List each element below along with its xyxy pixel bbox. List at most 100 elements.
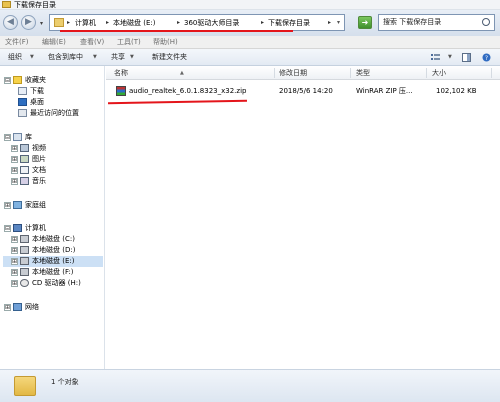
sidebar-item-desktop[interactable]: 桌面 bbox=[18, 97, 44, 108]
menu-tools[interactable]: 工具(T) bbox=[117, 36, 141, 49]
sidebar-item-recent-places[interactable]: 最近访问的位置 bbox=[18, 108, 79, 119]
pictures-icon bbox=[20, 155, 29, 163]
breadcrumb-computer[interactable]: 计算机 bbox=[75, 16, 96, 30]
sidebar-libraries[interactable]: ⊟ 库 bbox=[4, 132, 32, 143]
videos-icon bbox=[20, 144, 29, 152]
sidebar-computer[interactable]: ⊟ 计算机 bbox=[4, 223, 46, 234]
expand-toggle-icon[interactable]: ⊞ bbox=[11, 279, 18, 287]
folder-icon bbox=[54, 18, 64, 27]
file-name[interactable]: audio_realtek_6.0.1.8323_x32.zip bbox=[129, 82, 246, 100]
file-date: 2018/5/6 14:20 bbox=[279, 87, 333, 95]
sidebar-item-documents[interactable]: ⊞ 文档 bbox=[11, 165, 46, 176]
navigation-bar: ◀ ▶ ▾ ▸ 计算机 ▸ 本地磁盘 (E:) ▸ 360驱动大师目录 ▸ 下载… bbox=[0, 10, 500, 36]
dropdown-arrow-icon[interactable]: ▼ bbox=[30, 49, 34, 66]
documents-icon bbox=[20, 166, 29, 174]
breadcrumb-download-folder[interactable]: 下载保存目录 bbox=[268, 16, 310, 30]
new-folder-button[interactable]: 新建文件夹 bbox=[152, 49, 187, 66]
back-button[interactable]: ◀ bbox=[3, 15, 18, 30]
sort-ascending-icon: ▲ bbox=[180, 70, 184, 76]
address-bar[interactable]: ▸ 计算机 ▸ 本地磁盘 (E:) ▸ 360驱动大师目录 ▸ 下载保存目录 ▸… bbox=[49, 14, 345, 31]
breadcrumb-separator[interactable]: ▸ bbox=[261, 16, 264, 30]
breadcrumb-separator[interactable]: ▸ bbox=[67, 16, 70, 30]
expand-toggle-icon[interactable]: ⊞ bbox=[11, 166, 18, 174]
red-underline-annotation bbox=[60, 30, 293, 32]
expand-toggle-icon[interactable]: ⊞ bbox=[11, 235, 18, 243]
forward-button[interactable]: ▶ bbox=[21, 15, 36, 30]
collapse-toggle-icon[interactable]: ⊟ bbox=[4, 224, 11, 232]
window-title: 下载保存目录 bbox=[14, 1, 56, 9]
sidebar-network[interactable]: ⊞ 网络 bbox=[4, 302, 39, 313]
expand-toggle-icon[interactable]: ⊞ bbox=[11, 155, 18, 163]
column-header-date[interactable]: 修改日期 bbox=[279, 66, 307, 80]
column-divider[interactable] bbox=[274, 68, 275, 78]
expand-toggle-icon[interactable]: ⊞ bbox=[11, 268, 18, 276]
organize-button[interactable]: 组织 bbox=[8, 49, 22, 66]
recent-pages-dropdown[interactable]: ▾ bbox=[40, 20, 43, 27]
breadcrumb-separator[interactable]: ▸ bbox=[328, 16, 331, 30]
sidebar-item-drive-c[interactable]: ⊞ 本地磁盘 (C:) bbox=[11, 234, 75, 245]
sidebar-item-videos[interactable]: ⊞ 视频 bbox=[11, 143, 46, 154]
address-dropdown[interactable]: ▾ bbox=[337, 16, 340, 30]
sidebar-item-drive-e[interactable]: ⊞ 本地磁盘 (E:) bbox=[3, 256, 103, 267]
expand-toggle-icon[interactable]: ⊞ bbox=[11, 177, 18, 185]
dropdown-arrow-icon[interactable]: ▼ bbox=[130, 49, 134, 66]
collapse-toggle-icon[interactable]: ⊟ bbox=[4, 133, 11, 141]
column-header-type[interactable]: 类型 bbox=[356, 66, 370, 80]
view-options-icon[interactable] bbox=[431, 53, 440, 62]
column-divider[interactable] bbox=[491, 68, 492, 78]
file-size: 102,102 KB bbox=[436, 87, 477, 95]
collapse-toggle-icon[interactable]: ⊟ bbox=[4, 76, 11, 84]
help-icon[interactable]: ? bbox=[482, 53, 491, 62]
menu-view[interactable]: 查看(V) bbox=[80, 36, 104, 49]
column-header-name[interactable]: 名称 bbox=[114, 66, 128, 80]
search-icon[interactable] bbox=[482, 18, 490, 26]
breadcrumb-separator[interactable]: ▸ bbox=[177, 16, 180, 30]
title-bar: 下载保存目录 bbox=[0, 0, 500, 10]
share-button[interactable]: 共享 bbox=[111, 49, 125, 66]
sidebar-homegroup[interactable]: ⊞ 家庭组 bbox=[4, 200, 46, 211]
breadcrumb-driver-master[interactable]: 360驱动大师目录 bbox=[184, 16, 239, 30]
music-icon bbox=[20, 177, 29, 185]
sidebar-item-label: 本地磁盘 (C:) bbox=[32, 235, 75, 243]
expand-toggle-icon[interactable]: ⊞ bbox=[11, 257, 18, 265]
computer-icon bbox=[13, 224, 22, 232]
sidebar-network-label: 网络 bbox=[25, 303, 39, 311]
red-underline-annotation bbox=[107, 99, 248, 105]
sidebar-item-cd-drive[interactable]: ⊞ CD 驱动器 (H:) bbox=[11, 278, 81, 289]
dropdown-arrow-icon[interactable]: ▼ bbox=[93, 49, 97, 66]
include-in-library-button[interactable]: 包含到库中 bbox=[48, 49, 83, 66]
recent-places-icon bbox=[18, 109, 27, 117]
search-placeholder: 搜索 下载保存目录 bbox=[383, 18, 442, 26]
menu-file[interactable]: 文件(F) bbox=[5, 36, 29, 49]
dropdown-arrow-icon[interactable]: ▼ bbox=[448, 49, 452, 66]
sidebar-item-drive-d[interactable]: ⊞ 本地磁盘 (D:) bbox=[11, 245, 75, 256]
expand-toggle-icon[interactable]: ⊞ bbox=[11, 144, 18, 152]
desktop-icon bbox=[18, 98, 27, 106]
go-button[interactable]: ➜ bbox=[358, 16, 372, 29]
sidebar-item-downloads[interactable]: 下载 bbox=[18, 86, 44, 97]
sidebar-libraries-label: 库 bbox=[25, 133, 32, 141]
menu-help[interactable]: 帮助(H) bbox=[153, 36, 178, 49]
expand-toggle-icon[interactable]: ⊞ bbox=[4, 201, 11, 209]
sidebar-item-music[interactable]: ⊞ 音乐 bbox=[11, 176, 46, 187]
breadcrumb-drive-e[interactable]: 本地磁盘 (E:) bbox=[113, 16, 155, 30]
search-input[interactable]: 搜索 下载保存目录 bbox=[378, 14, 495, 31]
column-divider[interactable] bbox=[426, 68, 427, 78]
sidebar-favorites[interactable]: ⊟ 收藏夹 bbox=[4, 75, 46, 86]
column-header-size[interactable]: 大小 bbox=[432, 66, 446, 80]
expand-toggle-icon[interactable]: ⊞ bbox=[11, 246, 18, 254]
sidebar-item-label: 桌面 bbox=[30, 98, 44, 106]
preview-pane-icon[interactable] bbox=[462, 53, 471, 62]
menu-edit[interactable]: 编辑(E) bbox=[42, 36, 66, 49]
network-icon bbox=[13, 303, 22, 311]
homegroup-icon bbox=[13, 201, 22, 209]
breadcrumb-separator[interactable]: ▸ bbox=[106, 16, 109, 30]
expand-toggle-icon[interactable]: ⊞ bbox=[4, 303, 11, 311]
file-row[interactable]: audio_realtek_6.0.1.8323_x32.zip 2018/5/… bbox=[106, 82, 500, 100]
sidebar-item-drive-f[interactable]: ⊞ 本地磁盘 (F:) bbox=[11, 267, 74, 278]
sidebar-item-pictures[interactable]: ⊞ 图片 bbox=[11, 154, 46, 165]
column-divider[interactable] bbox=[350, 68, 351, 78]
menu-bar: 文件(F) 编辑(E) 查看(V) 工具(T) 帮助(H) bbox=[0, 36, 500, 49]
column-header-row: 名称 ▲ 修改日期 类型 大小 bbox=[106, 66, 500, 80]
sidebar-item-label: 下载 bbox=[30, 87, 44, 95]
